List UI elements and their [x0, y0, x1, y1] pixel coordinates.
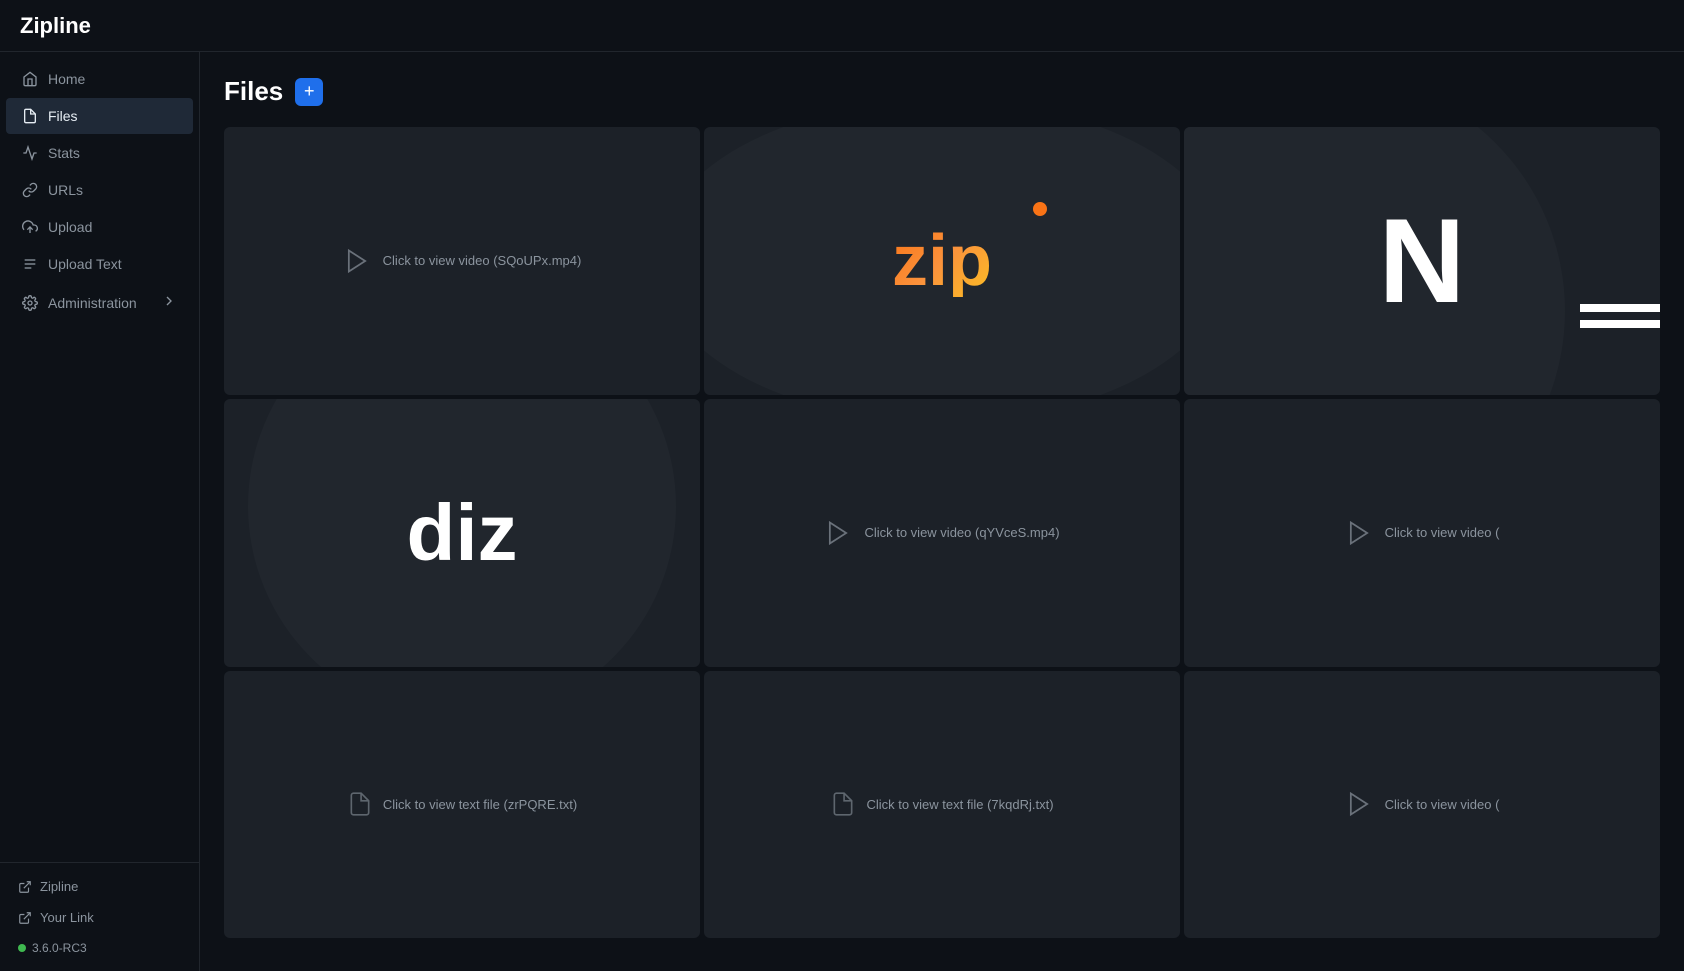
sidebar-item-upload-text[interactable]: Upload Text — [6, 246, 193, 282]
version-badge: 3.6.0-RC3 — [6, 933, 193, 963]
file-card-text-2[interactable]: Click to view text file (7kqdRj.txt) — [704, 671, 1180, 939]
chevron-right-icon — [161, 293, 177, 312]
file-text-icon-1 — [347, 791, 373, 817]
file-card-diz[interactable]: diz — [224, 399, 700, 667]
files-icon — [22, 108, 38, 124]
video-label-4: Click to view video ( — [1385, 797, 1500, 812]
topbar: Zipline — [0, 0, 1684, 52]
text-icon — [22, 256, 38, 272]
play-icon-3 — [1345, 519, 1373, 547]
text-label-2: Click to view text file (7kqdRj.txt) — [866, 797, 1053, 812]
n-bg — [1184, 127, 1565, 395]
video-label-1: Click to view video (SQoUPx.mp4) — [383, 253, 582, 268]
file-card-zip[interactable]: zip — [704, 127, 1180, 395]
sidebar-label-administration: Administration — [48, 295, 137, 311]
external-link-icon — [18, 880, 32, 894]
files-header: Files + — [224, 76, 1660, 107]
sidebar-item-home[interactable]: Home — [6, 61, 193, 97]
main-content: Files + Click to view video (SQoUPx.mp4)… — [200, 52, 1684, 971]
file-card-n[interactable]: N — [1184, 127, 1660, 395]
files-grid: Click to view video (SQoUPx.mp4) zip N — [224, 127, 1660, 938]
app-logo: Zipline — [20, 13, 91, 39]
files-title: Files — [224, 76, 283, 107]
sidebar-footer-zipline[interactable]: Zipline — [6, 871, 193, 902]
n-lines — [1580, 304, 1660, 328]
sidebar-label-stats: Stats — [48, 145, 80, 161]
sidebar-nav: Home Files Stats — [0, 60, 199, 862]
external-link2-icon — [18, 911, 32, 925]
sidebar: Home Files Stats — [0, 52, 200, 971]
video-label-3: Click to view video ( — [1385, 525, 1500, 540]
n-line-1 — [1580, 304, 1660, 312]
sidebar-label-urls: URLs — [48, 182, 83, 198]
sidebar-item-urls[interactable]: URLs — [6, 172, 193, 208]
version-status-dot — [18, 944, 26, 952]
sidebar-label-home: Home — [48, 71, 85, 87]
sidebar-label-files: Files — [48, 108, 78, 124]
gear-icon — [22, 295, 38, 311]
main-layout: Home Files Stats — [0, 52, 1684, 971]
sidebar-item-administration[interactable]: Administration — [6, 283, 193, 322]
diz-text: diz — [406, 493, 517, 573]
sidebar-footer-zipline-label: Zipline — [40, 879, 78, 894]
stats-icon — [22, 145, 38, 161]
file-text-icon-2 — [830, 791, 856, 817]
file-card-text-1[interactable]: Click to view text file (zrPQRE.txt) — [224, 671, 700, 939]
play-icon — [343, 247, 371, 275]
play-icon-2 — [824, 519, 852, 547]
sidebar-label-upload: Upload — [48, 219, 92, 235]
home-icon — [22, 71, 38, 87]
file-card-video-1[interactable]: Click to view video (SQoUPx.mp4) — [224, 127, 700, 395]
text-label-1: Click to view text file (zrPQRE.txt) — [383, 797, 577, 812]
sidebar-footer-your-link-label: Your Link — [40, 910, 94, 925]
n-line-2 — [1580, 320, 1660, 328]
video-label-2: Click to view video (qYVceS.mp4) — [864, 525, 1059, 540]
version-text: 3.6.0-RC3 — [32, 941, 87, 955]
sidebar-item-stats[interactable]: Stats — [6, 135, 193, 171]
sidebar-footer-your-link[interactable]: Your Link — [6, 902, 193, 933]
sidebar-footer: Zipline Your Link 3.6.0-RC3 — [0, 862, 199, 971]
file-card-video-2[interactable]: Click to view video (qYVceS.mp4) — [704, 399, 1180, 667]
file-card-video-3[interactable]: Click to view video ( — [1184, 399, 1660, 667]
file-card-video-4[interactable]: Click to view video ( — [1184, 671, 1660, 939]
n-text: N — [1379, 201, 1466, 321]
sidebar-item-files[interactable]: Files — [6, 98, 193, 134]
sidebar-label-upload-text: Upload Text — [48, 256, 122, 272]
add-file-button[interactable]: + — [295, 78, 323, 106]
upload-icon — [22, 219, 38, 235]
link-icon — [22, 182, 38, 198]
zip-dot — [1033, 202, 1047, 216]
play-icon-4 — [1345, 790, 1373, 818]
sidebar-item-upload[interactable]: Upload — [6, 209, 193, 245]
zip-text: zip — [892, 225, 992, 297]
